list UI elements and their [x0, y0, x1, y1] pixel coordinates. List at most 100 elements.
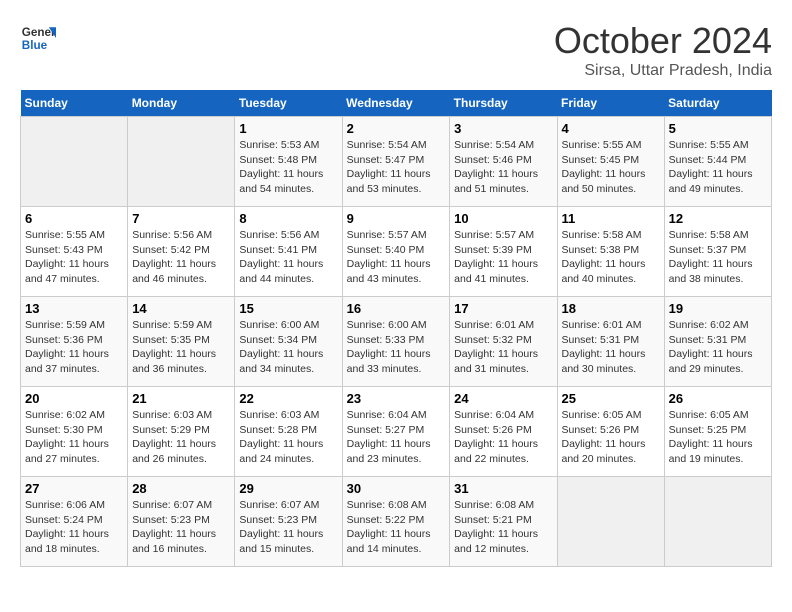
- day-detail: Sunrise: 6:00 AMSunset: 5:34 PMDaylight:…: [239, 318, 337, 377]
- day-number: 17: [454, 301, 552, 316]
- page-header: General Blue October 2024 Sirsa, Uttar P…: [20, 20, 772, 80]
- calendar-table: SundayMondayTuesdayWednesdayThursdayFrid…: [20, 90, 772, 567]
- day-cell: 3 Sunrise: 5:54 AMSunset: 5:46 PMDaylight…: [450, 117, 557, 207]
- weekday-header-tuesday: Tuesday: [235, 90, 342, 117]
- day-detail: Sunrise: 6:04 AMSunset: 5:26 PMDaylight:…: [454, 408, 552, 467]
- day-cell: 24Sunrise: 6:04 AMSunset: 5:26 PMDayligh…: [450, 387, 557, 477]
- day-detail: Sunrise: 6:03 AMSunset: 5:28 PMDaylight:…: [239, 408, 337, 467]
- day-cell: 11 Sunrise: 5:58 AMSunset: 5:38 PMDayligh…: [557, 207, 664, 297]
- day-number: 16: [347, 301, 446, 316]
- day-cell: 27 Sunrise: 6:06 AMSunset: 5:24 PMDayligh…: [21, 477, 128, 567]
- day-number: 6: [25, 211, 123, 226]
- day-cell: 21Sunrise: 6:03 AMSunset: 5:29 PMDayligh…: [128, 387, 235, 477]
- day-detail: Sunrise: 5:58 AMSunset: 5:38 PMDaylight:…: [562, 228, 660, 287]
- day-cell: 7 Sunrise: 5:56 AMSunset: 5:42 PMDaylight…: [128, 207, 235, 297]
- day-number: 18: [562, 301, 660, 316]
- day-number: 7: [132, 211, 230, 226]
- day-cell: 26 Sunrise: 6:05 AMSunset: 5:25 PMDayligh…: [664, 387, 771, 477]
- day-cell: 1 Sunrise: 5:53 AMSunset: 5:48 PMDaylight…: [235, 117, 342, 207]
- day-cell: [557, 477, 664, 567]
- day-number: 2: [347, 121, 446, 136]
- svg-text:Blue: Blue: [22, 39, 48, 52]
- day-number: 22: [239, 391, 337, 406]
- week-row-3: 13 Sunrise: 5:59 AMSunset: 5:36 PMDayligh…: [21, 297, 772, 387]
- day-cell: 30 Sunrise: 6:08 AMSunset: 5:22 PMDayligh…: [342, 477, 450, 567]
- day-number: 10: [454, 211, 552, 226]
- day-detail: Sunrise: 6:08 AMSunset: 5:22 PMDaylight:…: [347, 498, 446, 557]
- day-number: 23: [347, 391, 446, 406]
- day-detail: Sunrise: 5:57 AMSunset: 5:39 PMDaylight:…: [454, 228, 552, 287]
- day-number: 5: [669, 121, 767, 136]
- day-detail: Sunrise: 5:57 AMSunset: 5:40 PMDaylight:…: [347, 228, 446, 287]
- week-row-1: 1 Sunrise: 5:53 AMSunset: 5:48 PMDaylight…: [21, 117, 772, 207]
- day-detail: Sunrise: 6:01 AMSunset: 5:31 PMDaylight:…: [562, 318, 660, 377]
- day-cell: 12 Sunrise: 5:58 AMSunset: 5:37 PMDayligh…: [664, 207, 771, 297]
- day-cell: 5Sunrise: 5:55 AMSunset: 5:44 PMDaylight…: [664, 117, 771, 207]
- weekday-header-sunday: Sunday: [21, 90, 128, 117]
- day-cell: 15 Sunrise: 6:00 AMSunset: 5:34 PMDayligh…: [235, 297, 342, 387]
- day-cell: 6 Sunrise: 5:55 AMSunset: 5:43 PMDaylight…: [21, 207, 128, 297]
- weekday-header-wednesday: Wednesday: [342, 90, 450, 117]
- calendar-title: October 2024: [554, 20, 772, 62]
- day-number: 21: [132, 391, 230, 406]
- day-detail: Sunrise: 6:00 AMSunset: 5:33 PMDaylight:…: [347, 318, 446, 377]
- day-number: 20: [25, 391, 123, 406]
- day-detail: Sunrise: 6:02 AMSunset: 5:30 PMDaylight:…: [25, 408, 123, 467]
- day-detail: Sunrise: 5:55 AMSunset: 5:45 PMDaylight:…: [562, 138, 660, 197]
- day-cell: 13 Sunrise: 5:59 AMSunset: 5:36 PMDayligh…: [21, 297, 128, 387]
- day-number: 26: [669, 391, 767, 406]
- day-cell: [128, 117, 235, 207]
- day-number: 31: [454, 481, 552, 496]
- day-number: 27: [25, 481, 123, 496]
- day-number: 25: [562, 391, 660, 406]
- day-cell: 4 Sunrise: 5:55 AMSunset: 5:45 PMDaylight…: [557, 117, 664, 207]
- weekday-header-friday: Friday: [557, 90, 664, 117]
- weekday-header-row: SundayMondayTuesdayWednesdayThursdayFrid…: [21, 90, 772, 117]
- logo: General Blue: [20, 20, 56, 56]
- day-detail: Sunrise: 6:05 AMSunset: 5:26 PMDaylight:…: [562, 408, 660, 467]
- day-detail: Sunrise: 6:07 AMSunset: 5:23 PMDaylight:…: [132, 498, 230, 557]
- day-detail: Sunrise: 5:56 AMSunset: 5:41 PMDaylight:…: [239, 228, 337, 287]
- day-cell: 9Sunrise: 5:57 AMSunset: 5:40 PMDaylight…: [342, 207, 450, 297]
- day-cell: 31 Sunrise: 6:08 AMSunset: 5:21 PMDayligh…: [450, 477, 557, 567]
- day-detail: Sunrise: 6:07 AMSunset: 5:23 PMDaylight:…: [239, 498, 337, 557]
- day-cell: [664, 477, 771, 567]
- day-cell: 18 Sunrise: 6:01 AMSunset: 5:31 PMDayligh…: [557, 297, 664, 387]
- day-detail: Sunrise: 6:06 AMSunset: 5:24 PMDaylight:…: [25, 498, 123, 557]
- weekday-header-monday: Monday: [128, 90, 235, 117]
- day-detail: Sunrise: 5:54 AMSunset: 5:46 PMDaylight:…: [454, 138, 552, 197]
- day-cell: 19Sunrise: 6:02 AMSunset: 5:31 PMDayligh…: [664, 297, 771, 387]
- day-detail: Sunrise: 5:56 AMSunset: 5:42 PMDaylight:…: [132, 228, 230, 287]
- day-number: 12: [669, 211, 767, 226]
- day-number: 15: [239, 301, 337, 316]
- day-number: 29: [239, 481, 337, 496]
- day-detail: Sunrise: 5:53 AMSunset: 5:48 PMDaylight:…: [239, 138, 337, 197]
- day-number: 14: [132, 301, 230, 316]
- day-detail: Sunrise: 6:08 AMSunset: 5:21 PMDaylight:…: [454, 498, 552, 557]
- day-cell: 2 Sunrise: 5:54 AMSunset: 5:47 PMDaylight…: [342, 117, 450, 207]
- day-number: 30: [347, 481, 446, 496]
- day-number: 3: [454, 121, 552, 136]
- day-cell: 16 Sunrise: 6:00 AMSunset: 5:33 PMDayligh…: [342, 297, 450, 387]
- day-number: 11: [562, 211, 660, 226]
- day-detail: Sunrise: 6:05 AMSunset: 5:25 PMDaylight:…: [669, 408, 767, 467]
- logo-icon: General Blue: [20, 20, 56, 56]
- day-detail: Sunrise: 5:58 AMSunset: 5:37 PMDaylight:…: [669, 228, 767, 287]
- day-number: 13: [25, 301, 123, 316]
- day-cell: 25 Sunrise: 6:05 AMSunset: 5:26 PMDayligh…: [557, 387, 664, 477]
- week-row-4: 20 Sunrise: 6:02 AMSunset: 5:30 PMDayligh…: [21, 387, 772, 477]
- day-detail: Sunrise: 6:04 AMSunset: 5:27 PMDaylight:…: [347, 408, 446, 467]
- day-cell: 8Sunrise: 5:56 AMSunset: 5:41 PMDaylight…: [235, 207, 342, 297]
- title-block: October 2024 Sirsa, Uttar Pradesh, India: [554, 20, 772, 80]
- day-detail: Sunrise: 5:59 AMSunset: 5:36 PMDaylight:…: [25, 318, 123, 377]
- day-detail: Sunrise: 5:54 AMSunset: 5:47 PMDaylight:…: [347, 138, 446, 197]
- day-detail: Sunrise: 5:55 AMSunset: 5:43 PMDaylight:…: [25, 228, 123, 287]
- day-number: 1: [239, 121, 337, 136]
- day-cell: 17Sunrise: 6:01 AMSunset: 5:32 PMDayligh…: [450, 297, 557, 387]
- day-cell: 22 Sunrise: 6:03 AMSunset: 5:28 PMDayligh…: [235, 387, 342, 477]
- week-row-5: 27 Sunrise: 6:06 AMSunset: 5:24 PMDayligh…: [21, 477, 772, 567]
- day-cell: 23 Sunrise: 6:04 AMSunset: 5:27 PMDayligh…: [342, 387, 450, 477]
- weekday-header-thursday: Thursday: [450, 90, 557, 117]
- day-cell: 28Sunrise: 6:07 AMSunset: 5:23 PMDayligh…: [128, 477, 235, 567]
- day-number: 4: [562, 121, 660, 136]
